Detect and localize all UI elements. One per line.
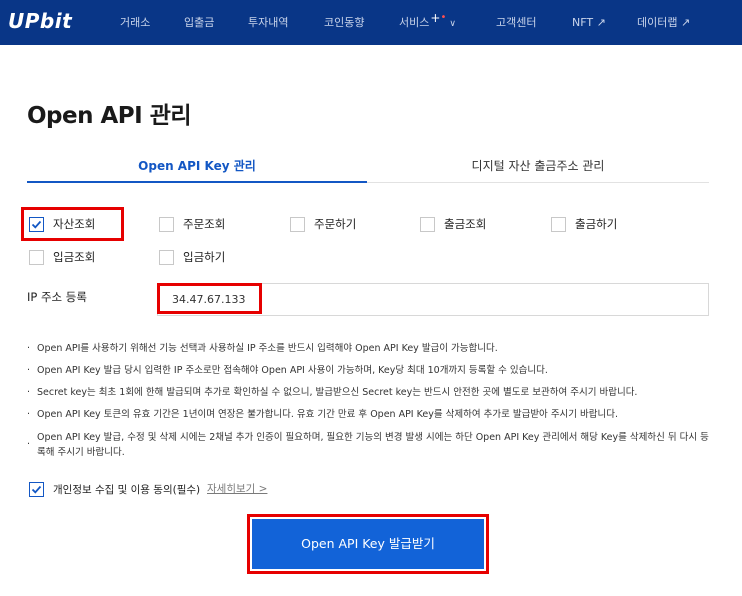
- bullet: ·: [27, 409, 31, 420]
- notice-item: · Open API Key 발급, 수정 및 삭제 시에는 2채널 추가 인증…: [27, 430, 717, 460]
- notice-text: Open API Key 발급 당시 입력한 IP 주소로만 접속해야 Open…: [37, 365, 548, 376]
- nav-services-label: 서비스: [399, 16, 430, 29]
- tab-withdrawal-address[interactable]: 디지털 자산 출금주소 관리: [367, 150, 709, 183]
- permission-deposit[interactable]: 입금하기: [159, 247, 225, 267]
- permission-label: 주문하기: [314, 217, 357, 231]
- permission-label: 입금하기: [183, 250, 226, 264]
- notice-item: · Open API Key 발급 당시 입력한 IP 주소로만 접속해야 Op…: [27, 363, 717, 378]
- notice-text: Open API Key 발급, 수정 및 삭제 시에는 2채널 추가 인증이 …: [37, 432, 709, 458]
- permission-label: 출금조회: [444, 217, 487, 231]
- permission-deposit-view[interactable]: 입금조회: [29, 247, 95, 267]
- nav-deposit-withdraw[interactable]: 입출금: [184, 0, 214, 45]
- notice-text: Secret key는 최초 1회에 한해 발급되며 추가로 확인하실 수 없으…: [37, 387, 638, 398]
- bullet: ·: [27, 365, 31, 376]
- nav-customer-center[interactable]: 고객센터: [496, 0, 536, 45]
- permission-withdraw-view[interactable]: 출금조회: [420, 214, 486, 234]
- permission-order[interactable]: 주문하기: [290, 214, 356, 234]
- privacy-details-link[interactable]: 자세히보기 >: [207, 481, 267, 496]
- permission-label: 출금하기: [575, 217, 618, 231]
- page-title: Open API 관리: [27, 103, 192, 129]
- bullet: ·: [27, 439, 31, 450]
- notice-item: · Secret key는 최초 1회에 한해 발급되며 추가로 확인하실 수 …: [27, 385, 717, 400]
- top-navigation-bar: UPbit 거래소 입출금 투자내역 코인동향 서비스+•∨ 고객센터 NFT …: [0, 0, 742, 45]
- nav-investments[interactable]: 투자내역: [248, 0, 288, 45]
- privacy-agreement-label: 개인정보 수집 및 이용 동의(필수): [53, 483, 201, 496]
- nav-services[interactable]: 서비스+•∨: [399, 0, 456, 45]
- notice-item: · Open API를 사용하기 위해선 기능 선택과 사용하실 IP 주소를 …: [27, 341, 717, 356]
- nav-coin-trends[interactable]: 코인동향: [324, 0, 364, 45]
- highlight-box-ip: [157, 283, 262, 314]
- checkbox-icon[interactable]: [551, 216, 566, 232]
- ip-label: IP 주소 등록: [27, 290, 87, 304]
- permission-label: 입금조회: [53, 250, 96, 264]
- highlight-box-submit: [247, 514, 489, 574]
- nav-exchange[interactable]: 거래소: [120, 0, 150, 45]
- checkbox-icon[interactable]: [159, 249, 174, 265]
- checkbox-icon[interactable]: [420, 216, 435, 232]
- checkbox-icon[interactable]: [159, 216, 174, 232]
- plus-icon: +: [430, 11, 441, 25]
- checkbox-icon[interactable]: [29, 249, 44, 265]
- nav-datalab[interactable]: 데이터랩 ↗: [637, 0, 690, 45]
- nav-nft[interactable]: NFT ↗: [572, 0, 606, 45]
- new-dot-icon: •: [440, 12, 447, 23]
- upbit-logo[interactable]: UPbit: [8, 9, 72, 33]
- permission-order-view[interactable]: 주문조회: [159, 214, 225, 234]
- bullet: ·: [27, 387, 31, 398]
- permission-withdraw[interactable]: 출금하기: [551, 214, 617, 234]
- permission-label: 주문조회: [183, 217, 226, 231]
- checkbox-icon[interactable]: [290, 216, 305, 232]
- highlight-box-permission: [21, 207, 124, 241]
- privacy-agreement-checkbox[interactable]: 개인정보 수집 및 이용 동의(필수): [29, 479, 200, 499]
- tab-open-api-key[interactable]: Open API Key 관리: [27, 150, 367, 183]
- bullet: ·: [27, 343, 31, 354]
- checkbox-checked-icon[interactable]: [29, 481, 44, 497]
- notice-item: · Open API Key 토큰의 유효 기간은 1년이며 연장은 불가합니다…: [27, 407, 717, 422]
- chevron-down-icon: ∨: [449, 19, 456, 29]
- notice-text: Open API를 사용하기 위해선 기능 선택과 사용하실 IP 주소를 반드…: [37, 343, 498, 354]
- notice-text: Open API Key 토큰의 유효 기간은 1년이며 연장은 불가합니다. …: [37, 409, 619, 420]
